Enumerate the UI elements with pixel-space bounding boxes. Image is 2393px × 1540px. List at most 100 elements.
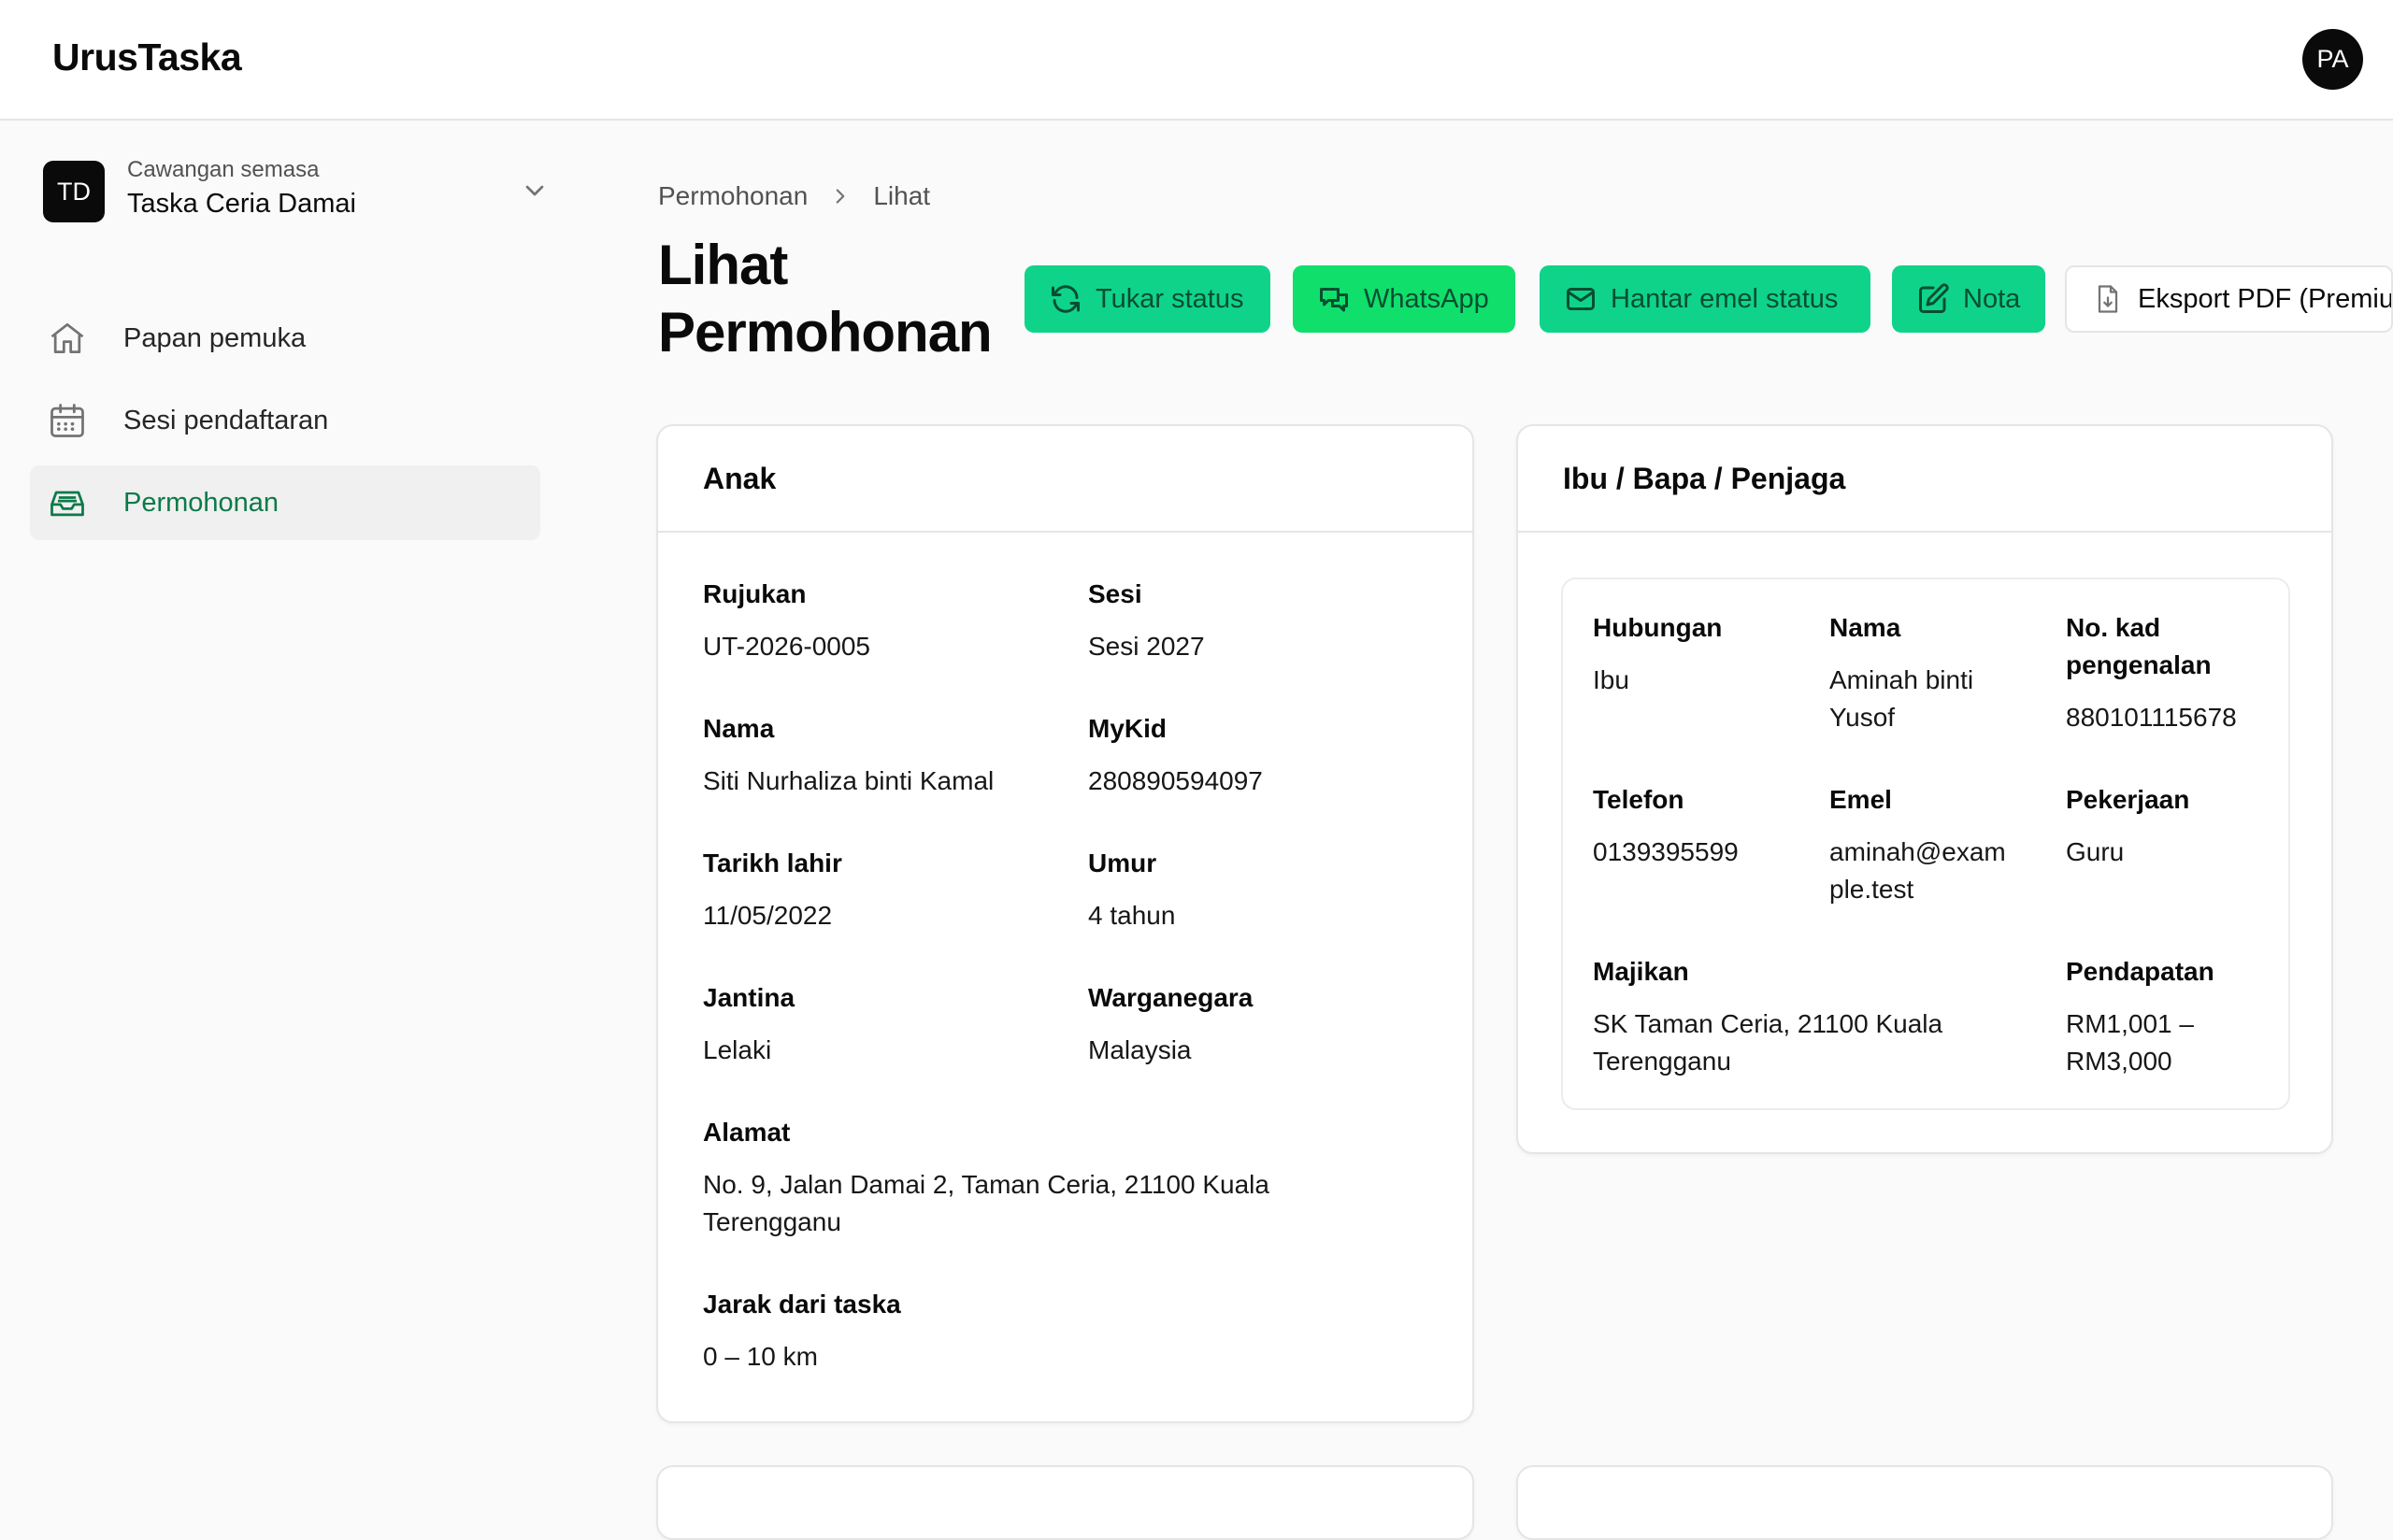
field-emel: Emel aminah@exam ple.test xyxy=(1829,781,2006,908)
field-value: 0139395599 xyxy=(1593,837,1739,866)
inbox-icon xyxy=(50,491,84,517)
field-pekerjaan: Pekerjaan Guru xyxy=(2066,781,2189,871)
field-tarikh-lahir: Tarikh lahir 11/05/2022 xyxy=(703,845,842,934)
refresh-icon xyxy=(1052,285,1080,313)
sidebar-item-label: Papan pemuka xyxy=(123,322,307,353)
sidebar-nav: Papan pemuka Sesi pendaftaran Permohonan xyxy=(30,301,540,548)
field-nama: Nama Aminah binti Yusof xyxy=(1829,609,1973,736)
edit-icon xyxy=(1919,283,1949,313)
field-label: Warganegara xyxy=(1088,983,1254,1012)
tukar-status-label: Tukar status xyxy=(1096,283,1244,314)
field-label: Jarak dari taska xyxy=(703,1290,901,1319)
field-label: Jantina xyxy=(703,983,795,1012)
field-jarak: Jarak dari taska 0 – 10 km xyxy=(703,1286,901,1376)
field-value: UT-2026-0005 xyxy=(703,632,871,661)
field-pendapatan: Pendapatan RM1,001 – RM3,000 xyxy=(2066,953,2214,1080)
field-value: Guru xyxy=(2066,837,2125,866)
next-card-left xyxy=(656,1465,1474,1540)
brand-logo[interactable]: UrusTaska xyxy=(52,36,242,79)
sidebar-item-sesi-pendaftaran[interactable]: Sesi pendaftaran xyxy=(30,383,540,458)
field-label: Hubungan xyxy=(1593,613,1723,642)
alamat-line-1: No. 9, Jalan Damai 2, Taman Ceria, 21100… xyxy=(703,1170,1269,1199)
sidebar-item-permohonan[interactable]: Permohonan xyxy=(30,465,540,540)
chat-icon xyxy=(1320,288,1348,312)
field-label: MyKid xyxy=(1088,714,1167,743)
majikan-line-2: Terengganu xyxy=(1593,1047,1731,1076)
tukar-status-button[interactable]: Tukar status xyxy=(1025,265,1270,333)
field-label: Tarikh lahir xyxy=(703,848,842,877)
field-sesi: Sesi Sesi 2027 xyxy=(1088,576,1205,665)
field-label: Rujukan xyxy=(703,579,807,608)
breadcrumb: Permohonan Lihat xyxy=(658,181,930,211)
field-value: 4 tahun xyxy=(1088,901,1176,930)
label-line-2: pengenalan xyxy=(2066,650,2212,679)
nota-button[interactable]: Nota xyxy=(1892,265,2045,333)
field-kad-pengenalan: No. kad pengenalan 880101115678 xyxy=(2066,609,2237,736)
field-umur: Umur 4 tahun xyxy=(1088,845,1175,934)
user-avatar[interactable]: PA xyxy=(2302,29,2363,90)
emel-line-2: ple.test xyxy=(1829,875,1914,904)
field-nama: Nama Siti Nurhaliza binti Kamal xyxy=(703,710,994,800)
field-majikan: Majikan SK Taman Ceria, 21100 Kuala Tere… xyxy=(1593,953,1942,1080)
field-jantina: Jantina Lelaki xyxy=(703,979,795,1069)
breadcrumb-current: Lihat xyxy=(873,181,931,210)
pendapatan-line-1: RM1,001 – xyxy=(2066,1009,2194,1038)
hantar-emel-label: Hantar emel status xyxy=(1611,283,1839,314)
sidebar-item-papan-pemuka[interactable]: Papan pemuka xyxy=(30,301,540,376)
field-value: SK Taman Ceria, 21100 Kuala Terengganu xyxy=(1593,1005,1942,1080)
field-warganegara: Warganegara Malaysia xyxy=(1088,979,1253,1069)
file-download-icon xyxy=(2098,285,2118,313)
sidebar-item-label: Permohonan xyxy=(123,487,279,518)
eksport-pdf-label: Eksport PDF (Premium) xyxy=(2138,283,2393,314)
chevron-down-icon[interactable] xyxy=(520,176,550,206)
breadcrumb-parent[interactable]: Permohonan xyxy=(658,181,808,211)
field-value: 880101115678 xyxy=(2066,703,2237,732)
guardian-card: Ibu / Bapa / Penjaga Hubungan Ibu Nama A… xyxy=(1516,424,2333,1154)
field-label: Nama xyxy=(703,714,775,743)
nama-line-2: Yusof xyxy=(1829,703,1896,732)
home-icon xyxy=(50,322,84,354)
nama-line-1: Aminah binti xyxy=(1829,665,1974,694)
sidebar-item-label: Sesi pendaftaran xyxy=(123,405,329,435)
field-label: Nama xyxy=(1829,613,1901,642)
child-card-heading: Anak xyxy=(658,426,1472,533)
alamat-line-2: Terengganu xyxy=(703,1207,841,1236)
field-value: 280890594097 xyxy=(1088,766,1263,795)
page-title: Lihat Permohonan xyxy=(658,234,993,364)
mail-icon xyxy=(1567,288,1595,310)
branch-badge: TD xyxy=(43,161,105,222)
hantar-emel-button[interactable]: Hantar emel status xyxy=(1540,265,1870,333)
majikan-line-1: SK Taman Ceria, 21100 Kuala xyxy=(1593,1009,1943,1038)
chevron-right-icon xyxy=(837,189,845,204)
top-bar: UrusTaska PA xyxy=(0,0,2393,121)
field-value: aminah@exam ple.test xyxy=(1829,834,2006,908)
field-value: Sesi 2027 xyxy=(1088,632,1205,661)
field-value: Malaysia xyxy=(1088,1035,1192,1064)
field-telefon: Telefon 0139395599 xyxy=(1593,781,1739,871)
field-label: No. kad pengenalan xyxy=(2066,609,2237,684)
guardian-entry: Hubungan Ibu Nama Aminah binti Yusof No.… xyxy=(1561,578,2290,1110)
field-value: Siti Nurhaliza binti Kamal xyxy=(703,766,995,795)
field-value: Aminah binti Yusof xyxy=(1829,662,1973,736)
field-label: Umur xyxy=(1088,848,1157,877)
next-card-right xyxy=(1516,1465,2333,1540)
whatsapp-label: WhatsApp xyxy=(1364,283,1489,314)
field-label: Alamat xyxy=(703,1118,791,1147)
field-hubungan: Hubungan Ibu xyxy=(1593,609,1722,699)
eksport-pdf-button[interactable]: Eksport PDF (Premium) xyxy=(2065,265,2393,333)
label-line-1: No. kad xyxy=(2066,613,2161,642)
branch-name: Taska Ceria Damai xyxy=(127,189,356,219)
whatsapp-button[interactable]: WhatsApp xyxy=(1293,265,1515,333)
calendar-icon xyxy=(50,404,84,437)
pendapatan-line-2: RM3,000 xyxy=(2066,1047,2172,1076)
field-value: Ibu xyxy=(1593,665,1629,694)
child-card: Anak Rujukan UT-2026-0005 Sesi Sesi 2027… xyxy=(656,424,1474,1423)
field-label: Telefon xyxy=(1593,785,1684,814)
field-label: Sesi xyxy=(1088,579,1142,608)
branch-selector[interactable]: TD Cawangan semasa Taska Ceria Damai xyxy=(43,157,548,226)
field-alamat: Alamat No. 9, Jalan Damai 2, Taman Ceria… xyxy=(703,1114,1269,1241)
field-label: Pendapatan xyxy=(2066,957,2214,986)
field-value: RM1,001 – RM3,000 xyxy=(2066,1005,2214,1080)
field-value: 11/05/2022 xyxy=(703,901,833,930)
branch-caption: Cawangan semasa xyxy=(127,157,320,182)
